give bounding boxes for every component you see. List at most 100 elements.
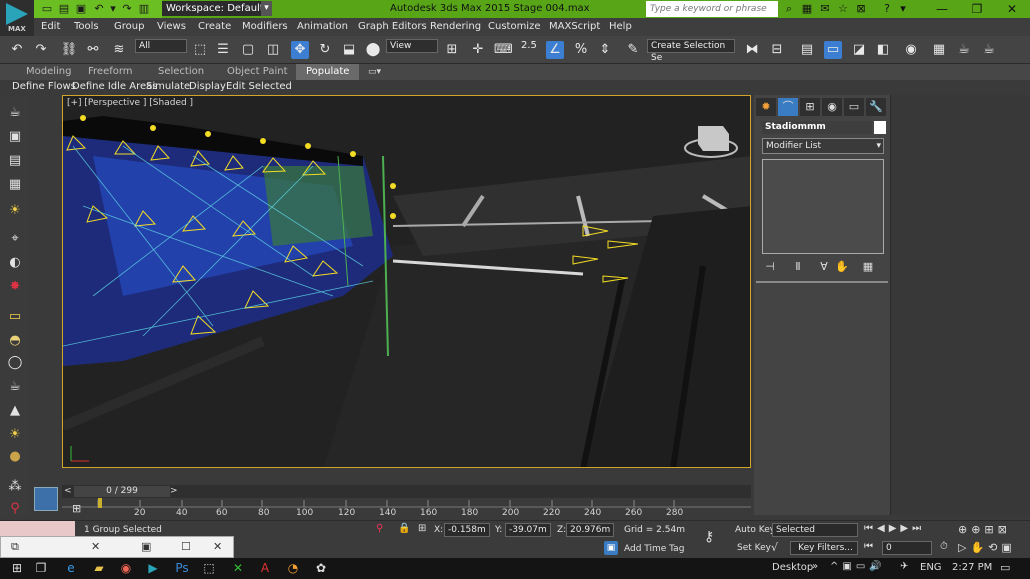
select-and-scale-icon[interactable]: ⬓ [340, 41, 358, 59]
ball-icon[interactable]: ● [6, 448, 24, 466]
app-icon[interactable]: ✿ [312, 560, 330, 577]
start-button-icon[interactable]: ⊞ [8, 560, 26, 577]
percent-snap-icon[interactable]: % [572, 41, 590, 59]
desktop-toolbar[interactable]: Desktop [772, 562, 813, 573]
menu-customize[interactable]: Customize [488, 18, 541, 36]
z-coordinate-field[interactable]: 20.976m [566, 523, 614, 537]
undo-icon[interactable]: ↶ [8, 41, 26, 59]
selection-filter-dropdown[interactable]: All [135, 39, 187, 53]
pin-stack-icon[interactable]: ⊣ [762, 259, 778, 275]
modifier-stack[interactable] [762, 159, 884, 254]
render-production-icon[interactable]: ☕ [980, 41, 998, 59]
set-key-button[interactable]: Set Key [737, 541, 771, 555]
search-input[interactable]: Type a keyword or phrase [646, 1, 778, 17]
undo-icon[interactable]: ↶ [92, 2, 106, 16]
modifier-list-dropdown[interactable]: Modifier List ▾ [762, 138, 884, 154]
chevron-icon[interactable]: » [812, 561, 818, 572]
menu-graph-editors[interactable]: Graph Editors [358, 18, 427, 36]
binoculars-icon[interactable]: ⌕ [782, 2, 796, 16]
redo-icon[interactable]: ↷ [32, 41, 50, 59]
current-frame-field[interactable]: 0 [882, 541, 932, 555]
menu-create[interactable]: Create [198, 18, 231, 36]
perspective-viewport[interactable]: [+] [Perspective ] [Shaded ] [62, 95, 751, 468]
maxscript-listener[interactable] [0, 521, 75, 537]
tab-freeform[interactable]: Freeform [88, 64, 133, 80]
select-and-place-icon[interactable]: ⬤ [364, 41, 382, 59]
window-thumbnail-icon[interactable]: ▣ [141, 540, 151, 553]
file-explorer-icon[interactable]: ▰ [90, 560, 108, 577]
menu-views[interactable]: Views [157, 18, 186, 36]
menu-edit[interactable]: Edit [41, 18, 60, 36]
menu-maxscript[interactable]: MAXScript [549, 18, 600, 36]
redo-icon[interactable]: ↷ [120, 2, 134, 16]
reference-coordinate-dropdown[interactable]: View [386, 39, 438, 53]
cone-icon[interactable]: ▲ [6, 402, 24, 420]
particle-icon[interactable]: ⁂ [6, 478, 24, 496]
chevron-down-icon[interactable]: ▾ [261, 1, 272, 16]
notifications-icon[interactable]: ▭ [1000, 561, 1010, 574]
display-tab-icon[interactable]: ▭ [844, 98, 864, 116]
viewport-label[interactable]: [+] [Perspective ] [Shaded ] [67, 98, 193, 108]
viewport-navigation-icons[interactable]: ⊕⊕⊞⊠ [958, 523, 1011, 536]
chrome-icon[interactable]: ◉ [117, 560, 135, 577]
angle-snap-icon[interactable]: ∠ [546, 41, 564, 59]
ribbon-options-icon[interactable]: ▭▾ [368, 65, 386, 79]
tab-modeling[interactable]: Modeling [26, 64, 72, 80]
select-manipulate-icon[interactable]: ✛ [469, 41, 487, 59]
auto-key-button[interactable]: Auto Key [735, 523, 775, 537]
clock[interactable]: 2:27 PM [952, 562, 992, 573]
mini-viewport-thumbnail[interactable] [34, 487, 58, 511]
close-preview-icon[interactable]: ✕ [213, 540, 222, 553]
tab-selection[interactable]: Selection [158, 64, 204, 80]
define-idle-areas-button[interactable]: Define Idle Areas [72, 80, 157, 94]
app-logo[interactable]: MAX [0, 0, 34, 36]
key-icon[interactable]: ⚷ [704, 529, 714, 545]
exchange-icon[interactable]: ⊠ [854, 2, 868, 16]
toggle-ribbon-icon[interactable]: ▭ [824, 41, 842, 59]
task-view-icon[interactable]: ❐ [32, 560, 50, 577]
select-by-name-icon[interactable]: ☰ [214, 41, 232, 59]
box-icon[interactable]: ▭ [6, 308, 24, 326]
track-bar[interactable]: ⊞ 20 40 60 80 100 120 140 160 180 200 22… [62, 498, 751, 520]
subscription-icon[interactable]: ▦ [800, 2, 814, 16]
favorites-star-icon[interactable]: ☆ [836, 2, 850, 16]
pin-icon[interactable]: ⚲ [6, 500, 24, 518]
prev-frame-icon[interactable]: < [64, 485, 72, 498]
edge-browser-icon[interactable]: e [62, 560, 80, 577]
network-icon[interactable]: ✈ [900, 561, 908, 572]
time-slider-handle[interactable]: 0 / 299 [74, 486, 170, 497]
link-icon[interactable]: ⛓ [60, 41, 78, 59]
dome-icon[interactable]: ◓ [6, 332, 24, 350]
utilities-tab-icon[interactable]: 🔧 [866, 98, 886, 116]
help-dropdown-icon[interactable]: ▾ [896, 2, 910, 16]
create-tab-icon[interactable]: ✹ [756, 98, 776, 116]
key-mode-dropdown[interactable]: Selected [772, 523, 858, 537]
go-to-frame-icon[interactable]: ⏮ [864, 541, 873, 552]
define-flows-button[interactable]: Define Flows [12, 80, 76, 94]
next-frame-icon[interactable]: > [170, 485, 178, 498]
teapot-primitive-icon[interactable]: ☕ [6, 378, 24, 396]
add-time-tag-icon[interactable]: ▣ [604, 541, 618, 555]
simulate-button[interactable]: Simulate [146, 80, 190, 94]
add-time-tag[interactable]: Add Time Tag [624, 542, 684, 556]
object-name-field[interactable]: Stadiommm [762, 121, 872, 134]
show-end-result-icon[interactable]: Ⅱ [790, 259, 806, 275]
object-color-swatch[interactable] [874, 121, 886, 134]
open-file-icon[interactable]: ▤ [57, 2, 71, 16]
modify-tab-icon[interactable]: ⌒ [778, 98, 798, 116]
isolate-selection-icon[interactable]: ⚲ [376, 523, 383, 534]
maximize-button[interactable]: ❐ [960, 0, 994, 18]
acrobat-icon[interactable]: A [256, 560, 274, 577]
menu-modifiers[interactable]: Modifiers [242, 18, 288, 36]
time-config-icon[interactable]: ⏱ [940, 541, 948, 552]
sun-icon[interactable]: ☀ [6, 426, 24, 444]
hierarchy-tab-icon[interactable]: ⊞ [800, 98, 820, 116]
configure-modifier-sets-icon[interactable]: ▦ [860, 259, 876, 275]
select-and-move-icon[interactable]: ✥ [291, 41, 309, 59]
3ds-max-icon[interactable]: ▶ [144, 560, 162, 577]
display-children-icon[interactable]: ▤ [6, 152, 24, 170]
display-button[interactable]: Display [189, 80, 226, 94]
set-key-icon[interactable]: √ [771, 541, 778, 554]
teapot-icon[interactable]: ☕ [6, 104, 24, 122]
maximize-preview-icon[interactable]: ☐ [181, 540, 191, 553]
